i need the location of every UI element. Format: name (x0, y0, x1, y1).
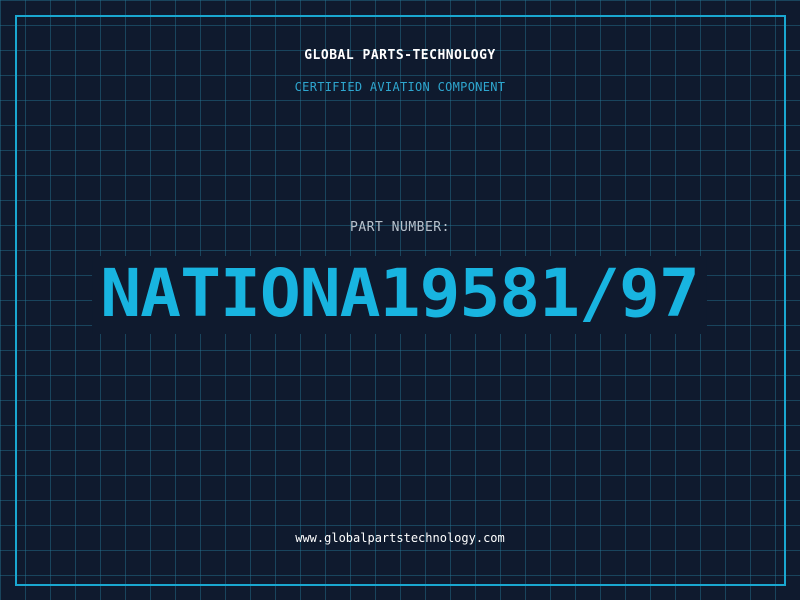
part-number-label: PART NUMBER: (350, 220, 450, 235)
part-number-container: NATIONA19581/97 (0, 256, 800, 334)
company-name: GLOBAL PARTS-TECHNOLOGY (304, 48, 496, 63)
certification-subtitle: CERTIFIED AVIATION COMPONENT (294, 80, 506, 94)
website-url: www.globalpartstechnology.com (295, 531, 505, 545)
part-number-value: NATIONA19581/97 (92, 256, 708, 334)
